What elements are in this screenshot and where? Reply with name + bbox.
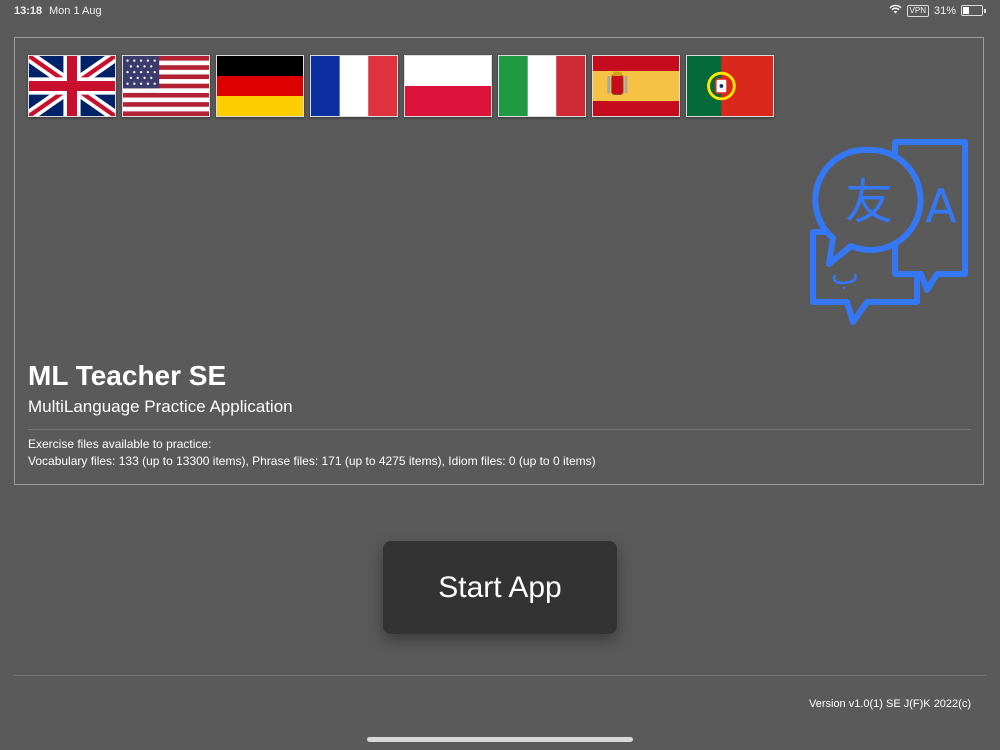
wifi-icon [888,4,902,17]
status-bar: 13:18 Mon 1 Aug VPN 31% [0,0,1000,22]
flag-france[interactable] [310,55,398,117]
translate-glyph-latin: A [925,179,957,233]
status-date: Mon 1 Aug [49,5,102,17]
battery-icon [961,5,986,16]
translate-icon: 友 A ب [799,134,975,330]
app-subtitle: MultiLanguage Practice Application [28,397,293,416]
app-title: ML Teacher SE [28,360,227,391]
flag-poland[interactable] [404,55,492,117]
flag-portugal[interactable] [686,55,774,117]
flag-row [28,55,774,117]
status-indicators: VPN 31% [888,4,986,17]
translate-glyph-arabic: ب [831,257,859,292]
flag-spain[interactable] [592,55,680,117]
flag-us[interactable] [122,55,210,117]
start-app-button[interactable]: Start App [383,541,617,634]
battery-percent: 31% [933,4,956,17]
status-time: 13:18 [14,5,43,17]
footer-divider [14,675,986,676]
flag-germany[interactable] [216,55,304,117]
flag-uk[interactable] [28,55,116,117]
info-panel: 友 A ب ML Teacher SE MultiLanguage Practi… [14,37,984,485]
files-heading: Exercise files available to practice: [28,437,212,451]
vpn-badge: VPN [906,4,929,17]
flag-italy[interactable] [498,55,586,117]
divider [28,429,971,430]
version-label: Version v1.0(1) SE J(F)K 2022(c) [808,698,971,710]
battery-fill [963,7,969,14]
files-counts: Vocabulary files: 133 (up to 13300 items… [28,454,596,468]
translate-glyph-han: 友 [845,174,893,230]
home-indicator[interactable] [367,737,633,742]
